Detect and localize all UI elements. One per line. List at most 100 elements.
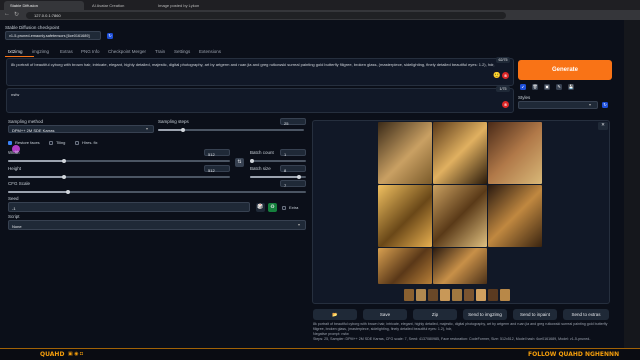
save-style-icon[interactable]: 💾: [568, 84, 574, 90]
slider-handle[interactable]: [65, 189, 70, 194]
tab-txt2img[interactable]: txt2img: [8, 49, 23, 54]
batch-size-input[interactable]: 8: [280, 165, 306, 173]
gallery-image-7[interactable]: [378, 248, 432, 284]
gallery-image-4[interactable]: [378, 185, 432, 247]
tab-img2img[interactable]: img2img: [32, 49, 49, 54]
slider-handle[interactable]: [250, 158, 254, 163]
slider-fill: [158, 129, 183, 131]
page-scrollbar[interactable]: [624, 20, 640, 348]
width-input[interactable]: 512: [204, 149, 230, 157]
tiling-checkbox[interactable]: [49, 141, 53, 145]
swap-dimensions-button[interactable]: ⇅: [235, 158, 244, 167]
prompt-text: 8k portrait of beautiful cyborg with bro…: [11, 62, 495, 67]
active-tab-underline: [5, 56, 34, 57]
gallery-image-8[interactable]: [433, 248, 487, 284]
sampling-steps-slider[interactable]: [158, 127, 304, 132]
slider-handle[interactable]: [61, 174, 66, 179]
back-icon[interactable]: ←: [4, 11, 10, 17]
social-icons: ▣ ◉ ◘: [68, 351, 83, 357]
slider-handle[interactable]: [180, 127, 185, 132]
thumbnail[interactable]: [500, 289, 510, 301]
tab-train[interactable]: Train: [155, 49, 165, 54]
info-params: Steps: 25, Sampler: DPM++ 2M SDE Karras,…: [313, 337, 591, 341]
sampling-steps-input[interactable]: 25: [280, 118, 306, 126]
height-slider[interactable]: [8, 174, 230, 179]
thumbnail[interactable]: [476, 289, 486, 301]
batch-size-slider[interactable]: [250, 174, 306, 179]
send-to-inpaint-button[interactable]: Send to inpaint: [513, 309, 557, 320]
tab-extras[interactable]: Extras: [60, 49, 73, 54]
apply-style-icon[interactable]: ✎: [556, 84, 562, 90]
tab-png-info[interactable]: PNG Info: [81, 49, 100, 54]
cfg-scale-slider[interactable]: [8, 189, 306, 194]
send-to-extras-button[interactable]: Send to extras: [563, 309, 609, 320]
hires-fix-label: Hires. fix: [82, 140, 98, 145]
clear-prompt-icon[interactable]: ⊗: [502, 72, 509, 79]
hires-fix-checkbox[interactable]: [75, 141, 79, 145]
thumbnail[interactable]: [404, 289, 414, 301]
save-button[interactable]: Save: [363, 309, 407, 320]
refresh-styles-icon[interactable]: ↻: [602, 102, 608, 108]
open-folder-icon[interactable]: 📂: [313, 309, 357, 320]
batch-count-slider[interactable]: [250, 158, 306, 163]
checkpoint-select[interactable]: v1-5-pruned-emaonly.safetensors [6ce0161…: [5, 31, 101, 40]
browser-tab-image-lykon[interactable]: Image posted by Lykon: [152, 1, 224, 10]
width-slider[interactable]: [8, 158, 230, 163]
gallery-image-6[interactable]: [488, 185, 542, 247]
slider-handle[interactable]: [297, 174, 302, 179]
slider-handle[interactable]: [61, 158, 66, 163]
clear-negative-icon[interactable]: ⊗: [502, 101, 509, 108]
emoji-icon[interactable]: 🙂: [493, 72, 500, 79]
info-prompt: 8k portrait of beautiful cyborg with bro…: [313, 322, 608, 331]
zip-button[interactable]: Zip: [413, 309, 457, 320]
tab-extensions[interactable]: Extensions: [199, 49, 221, 54]
batch-count-label: Batch count: [250, 150, 274, 155]
height-input[interactable]: 512: [204, 165, 230, 173]
cfg-scale-label: CFG Scale: [8, 181, 31, 186]
generation-info: 8k portrait of beautiful cyborg with bro…: [313, 322, 609, 348]
sampling-method-select[interactable]: DPM++ 2M SDE Karras: [8, 125, 154, 133]
thumbnail[interactable]: [416, 289, 426, 301]
extra-seed-checkbox[interactable]: [282, 206, 286, 210]
gallery-image-2[interactable]: [433, 122, 487, 184]
styles-select[interactable]: [518, 101, 598, 109]
browser-tab-ai-avatar[interactable]: AI Avatar Creation: [86, 1, 150, 10]
seed-input[interactable]: -1: [8, 202, 250, 212]
gallery-image-5[interactable]: [433, 185, 487, 247]
restore-faces-checkbox[interactable]: [8, 141, 12, 145]
tiling-label: Tiling: [56, 140, 66, 145]
script-select[interactable]: None: [8, 220, 306, 230]
main-tabs: txt2img img2img Extras PNG Info Checkpoi…: [0, 49, 300, 57]
negative-prompt-text: nsfw: [11, 92, 20, 97]
width-label: Width: [8, 150, 20, 155]
slider-fill: [8, 176, 64, 178]
read-params-icon[interactable]: ↙: [520, 84, 526, 90]
refresh-checkpoint-icon[interactable]: ↻: [107, 32, 113, 39]
thumbnail[interactable]: [464, 289, 474, 301]
prompt-textarea[interactable]: 8k portrait of beautiful cyborg with bro…: [6, 58, 514, 86]
negative-prompt-textarea[interactable]: nsfw: [6, 88, 514, 113]
browser-tab-stable-diffusion[interactable]: Stable Diffusion: [4, 1, 84, 10]
close-gallery-icon[interactable]: ✕: [598, 122, 608, 130]
reuse-seed-icon[interactable]: ♻: [268, 203, 277, 212]
reload-icon[interactable]: ↻: [14, 11, 19, 18]
send-to-img2img-button[interactable]: Send to img2img: [463, 309, 507, 320]
tab-settings[interactable]: Settings: [174, 49, 190, 54]
script-label: Script: [8, 214, 20, 219]
gallery-image-1[interactable]: [378, 122, 432, 184]
thumbnail[interactable]: [452, 289, 462, 301]
extra-networks-icon[interactable]: ▣: [544, 84, 550, 90]
generate-button[interactable]: Generate: [518, 60, 612, 80]
slider-fill: [8, 160, 64, 162]
checkpoint-label: Stable Diffusion checkpoint: [5, 25, 60, 30]
cfg-scale-input[interactable]: 7: [280, 180, 306, 188]
trash-icon[interactable]: 🗑: [532, 84, 538, 90]
thumbnail[interactable]: [428, 289, 438, 301]
gallery-image-3[interactable]: [488, 122, 542, 184]
tab-checkpoint-merger[interactable]: Checkpoint Merger: [108, 49, 146, 54]
batch-count-input[interactable]: 1: [280, 149, 306, 157]
thumbnail[interactable]: [488, 289, 498, 301]
thumbnail[interactable]: [440, 289, 450, 301]
random-seed-icon[interactable]: 🎲: [256, 203, 265, 212]
url-field[interactable]: 127.0.0.1:7860: [26, 11, 506, 19]
